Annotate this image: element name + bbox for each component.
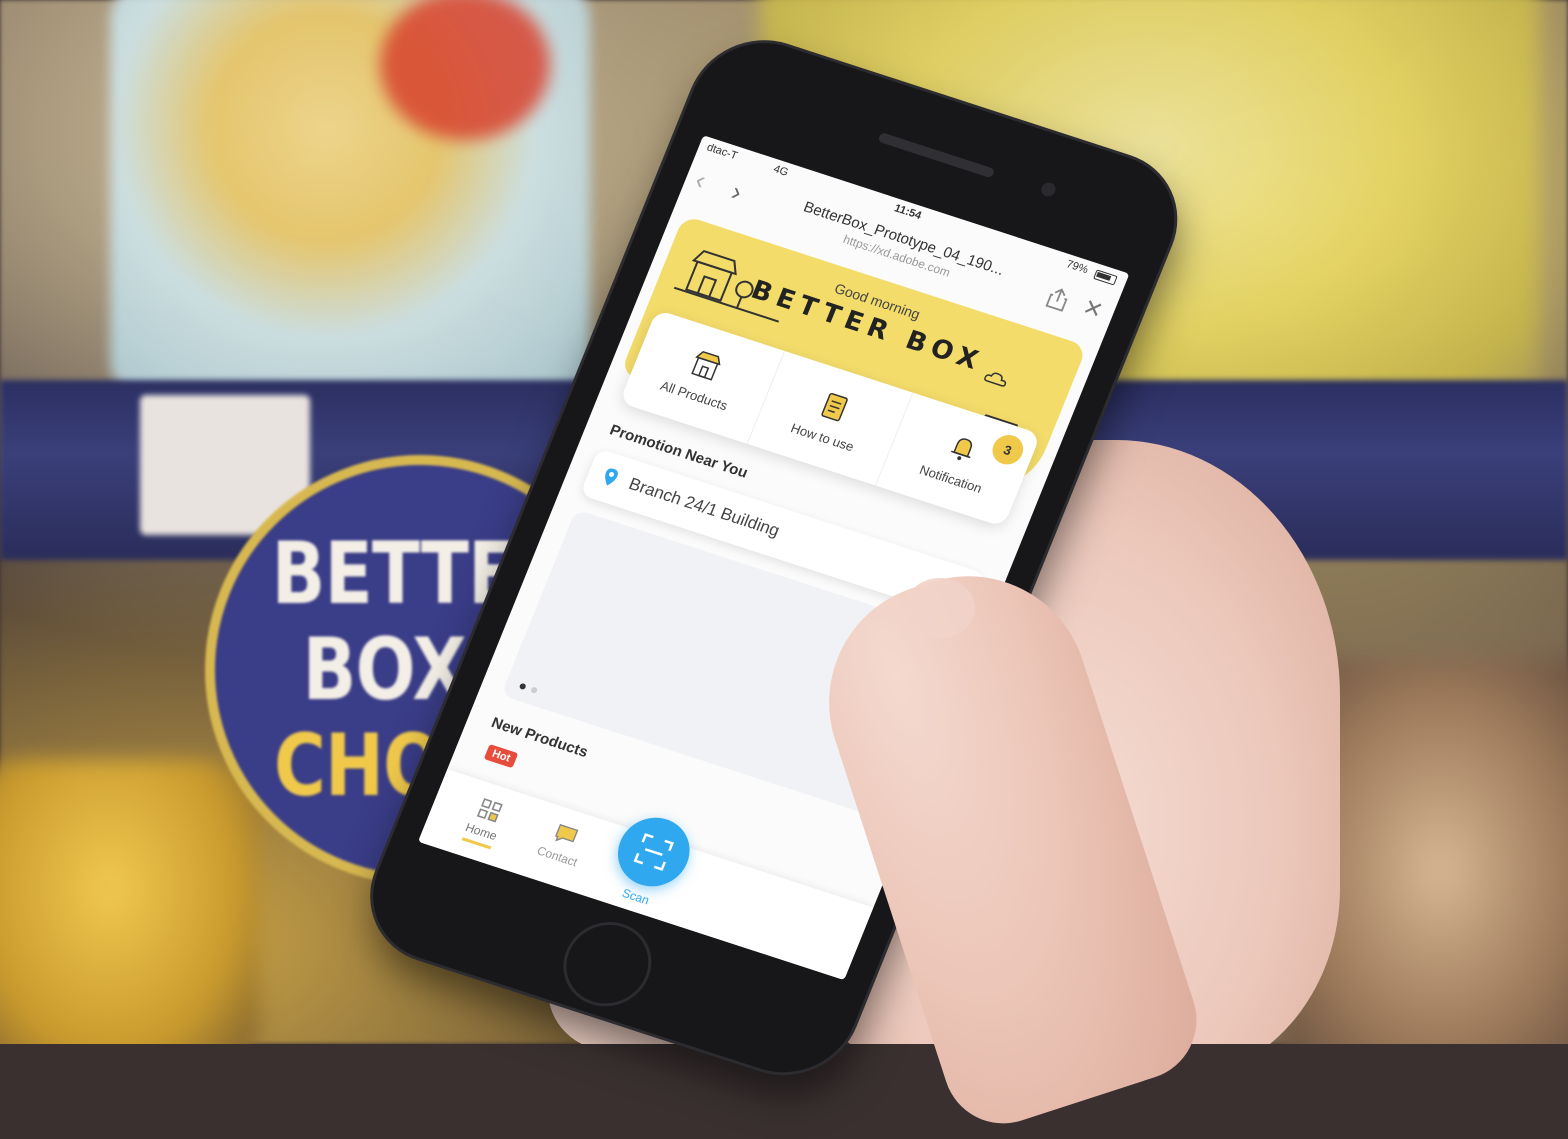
quick-menu-label: Notification — [917, 461, 985, 496]
chat-icon — [554, 823, 579, 843]
location-pin-icon — [605, 468, 618, 486]
notification-count-badge: 3 — [987, 431, 1028, 469]
share-icon[interactable] — [1043, 284, 1073, 313]
scan-button[interactable] — [607, 808, 701, 896]
branch-name: Branch 24/1 Building — [626, 474, 783, 541]
nav-contact[interactable]: Contact — [521, 813, 603, 874]
clock: 11:54 — [892, 202, 924, 223]
snack-package-bottom-left — [0, 760, 260, 1044]
battery-percent: 79% — [1064, 258, 1090, 277]
back-arrow-icon[interactable]: ‹ — [691, 164, 711, 195]
bell-icon — [951, 437, 973, 460]
network-label: 4G — [771, 163, 791, 179]
store-icon — [691, 350, 721, 381]
scan-icon — [633, 833, 674, 871]
carousel-dot[interactable] — [530, 686, 539, 694]
carousel-dot[interactable] — [518, 682, 527, 691]
nav-home[interactable]: Home — [443, 788, 528, 855]
carousel-indicator — [518, 682, 539, 694]
forward-arrow-icon[interactable]: › — [727, 176, 747, 207]
fingernail — [905, 578, 975, 638]
hot-tag: Hot — [483, 744, 519, 769]
carrier-label: dtac-T — [705, 141, 740, 163]
document-icon — [821, 392, 849, 421]
quick-menu-label: All Products — [658, 377, 730, 413]
battery-icon — [1093, 269, 1118, 286]
grid-icon — [476, 798, 503, 823]
quick-menu-label: How to use — [788, 419, 857, 454]
close-icon[interactable]: × — [1079, 291, 1108, 327]
